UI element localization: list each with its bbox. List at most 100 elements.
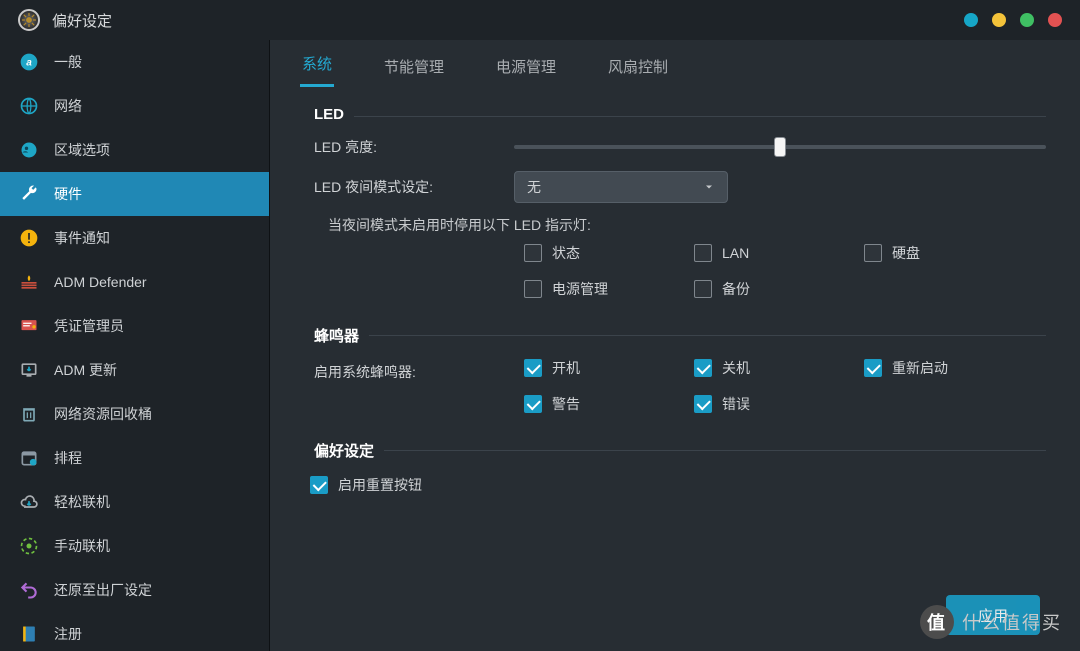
buzzer-checkbox-error[interactable]: 错误: [694, 394, 864, 414]
checkbox-box: [524, 280, 542, 298]
led-nightmode-label: LED 夜间模式设定:: [304, 177, 514, 197]
sidebar-item-defender[interactable]: ADM Defender: [0, 260, 269, 304]
sidebar-item-label: ADM 更新: [54, 360, 117, 380]
globe-icon: [18, 95, 40, 117]
checkbox-box: [524, 395, 542, 413]
tab-content-system: LED LED 亮度: LED 夜间模式设定: 无: [270, 88, 1080, 651]
sidebar-item-factory[interactable]: 还原至出厂设定: [0, 568, 269, 612]
slider-thumb[interactable]: [774, 137, 786, 157]
checkbox-box: [694, 359, 712, 377]
led-indicator-grid: 状态 LAN 硬盘电源管理 备份: [524, 243, 1046, 299]
sidebar-item-schedule[interactable]: 排程: [0, 436, 269, 480]
checkbox-box: [694, 395, 712, 413]
section-led: LED LED 亮度: LED 夜间模式设定: 无: [304, 106, 1046, 299]
window-min-button[interactable]: [964, 13, 978, 27]
buzzer-event-grid: 开机 关机 重新启动警告 错误: [524, 358, 1046, 414]
trash-icon: [18, 403, 40, 425]
checkbox-box: [864, 244, 882, 262]
tab-system[interactable]: 系统: [300, 41, 334, 87]
checkbox-box: [524, 359, 542, 377]
checkbox-box: [694, 280, 712, 298]
led-night-note: 当夜间模式未启用时停用以下 LED 指示灯:: [304, 215, 1046, 235]
checkbox-label: 电源管理: [552, 279, 608, 299]
sidebar-item-label: 网络: [54, 96, 82, 116]
firewall-icon: [18, 271, 40, 293]
led-checkbox-status[interactable]: 状态: [524, 243, 694, 263]
sidebar-item-label: 网络资源回收桶: [54, 404, 152, 424]
sidebar-item-general[interactable]: a一般: [0, 40, 269, 84]
undo-icon: [18, 579, 40, 601]
register-icon: [18, 623, 40, 645]
sidebar-item-label: 事件通知: [54, 228, 110, 248]
sidebar-item-register[interactable]: 注册: [0, 612, 269, 651]
checkbox-box: [864, 359, 882, 377]
checkbox-label: 关机: [722, 358, 750, 378]
tab-fan[interactable]: 风扇控制: [606, 44, 670, 87]
sidebar-item-label: 排程: [54, 448, 82, 468]
section-buzzer: 蜂鸣器 启用系统蜂鸣器: 开机 关机 重新启动警告 错误: [304, 325, 1046, 414]
checkbox-label: 硬盘: [892, 243, 920, 263]
update-icon: [18, 359, 40, 381]
tabs: 系统 节能管理 电源管理 风扇控制: [270, 40, 1080, 88]
led-nightmode-select[interactable]: 无: [514, 171, 728, 203]
buzzer-checkbox-boot[interactable]: 开机: [524, 358, 694, 378]
dial-icon: [18, 535, 40, 557]
titlebar: 偏好设定: [0, 0, 1080, 40]
grid-icon: a: [18, 51, 40, 73]
sidebar-item-label: 轻松联机: [54, 492, 110, 512]
sidebar-item-ezconnect[interactable]: 轻松联机: [0, 480, 269, 524]
sidebar-item-network[interactable]: 网络: [0, 84, 269, 128]
sidebar-item-notify[interactable]: 事件通知: [0, 216, 269, 260]
sidebar: a一般网络区域选项硬件事件通知 ADM Defender凭证管理员 ADM 更新网络…: [0, 40, 270, 651]
checkbox-label: 备份: [722, 279, 750, 299]
sidebar-item-label: 硬件: [54, 184, 82, 204]
sidebar-item-hardware[interactable]: 硬件: [0, 172, 269, 216]
chevron-down-icon: [703, 181, 715, 193]
checkbox-label: 重新启动: [892, 358, 948, 378]
sidebar-item-label: 注册: [54, 624, 82, 644]
wrench-icon: [18, 183, 40, 205]
window-max-button[interactable]: [1020, 13, 1034, 27]
watermark-text: 什么值得买: [962, 609, 1062, 635]
buzzer-checkbox-reboot[interactable]: 重新启动: [864, 358, 1034, 378]
sidebar-item-label: 还原至出厂设定: [54, 580, 152, 600]
sidebar-item-region[interactable]: 区域选项: [0, 128, 269, 172]
window-title: 偏好设定: [52, 10, 112, 31]
section-pref: 偏好设定 启用重置按钮: [304, 440, 1046, 495]
window-close-button[interactable]: [1048, 13, 1062, 27]
window-buttons: [964, 13, 1062, 27]
led-checkbox-pwrmgmt[interactable]: 电源管理: [524, 279, 694, 299]
section-buzzer-legend: 蜂鸣器: [304, 325, 369, 346]
checkbox-label: 开机: [552, 358, 580, 378]
led-brightness-label: LED 亮度:: [304, 137, 514, 157]
buzzer-checkbox-warning[interactable]: 警告: [524, 394, 694, 414]
sidebar-item-label: 手动联机: [54, 536, 110, 556]
buzzer-enable-label: 启用系统蜂鸣器:: [304, 360, 514, 382]
sidebar-item-cert[interactable]: 凭证管理员: [0, 304, 269, 348]
buzzer-checkbox-shutdown[interactable]: 关机: [694, 358, 864, 378]
section-led-legend: LED: [304, 106, 354, 123]
tab-power-save[interactable]: 节能管理: [382, 44, 446, 87]
tab-power-mgmt[interactable]: 电源管理: [494, 44, 558, 87]
led-checkbox-hdd[interactable]: 硬盘: [864, 243, 1034, 263]
main-panel: 系统节能管理电源管理风扇控制 LED LED 亮度: LED 夜间模式设定:: [270, 40, 1080, 651]
cloud-icon: [18, 491, 40, 513]
window-tray-button[interactable]: [992, 13, 1006, 27]
led-nightmode-value: 无: [527, 177, 541, 197]
alert-icon: [18, 227, 40, 249]
sidebar-item-trash[interactable]: 网络资源回收桶: [0, 392, 269, 436]
cert-icon: [18, 315, 40, 337]
led-checkbox-lan[interactable]: LAN: [694, 243, 864, 263]
checkbox-label: 警告: [552, 394, 580, 414]
sidebar-item-update[interactable]: ADM 更新: [0, 348, 269, 392]
checkbox-box: [524, 244, 542, 262]
led-brightness-slider[interactable]: [514, 145, 1046, 149]
checkbox-label: 状态: [552, 243, 580, 263]
checkbox-label: LAN: [722, 245, 749, 261]
app-icon: [18, 9, 40, 31]
sidebar-item-manual[interactable]: 手动联机: [0, 524, 269, 568]
checkbox-label: 启用重置按钮: [338, 475, 422, 495]
svg-text:a: a: [26, 57, 32, 68]
led-checkbox-backup[interactable]: 备份: [694, 279, 864, 299]
enable-reset-checkbox[interactable]: 启用重置按钮: [310, 475, 1046, 495]
